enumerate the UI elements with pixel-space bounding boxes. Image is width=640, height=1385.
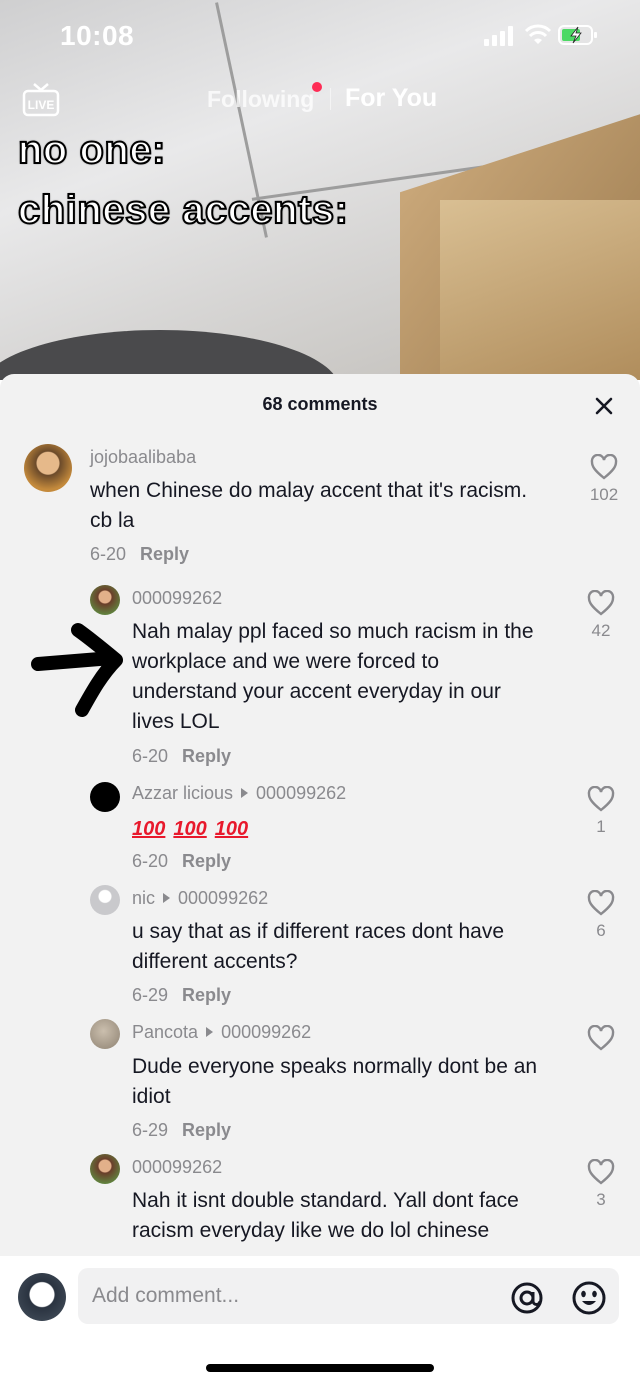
reply-to-username[interactable]: 000099262 xyxy=(178,888,268,908)
comment-text-line: idiot xyxy=(132,1085,171,1108)
comment-meta: 6-20 Reply xyxy=(132,746,231,767)
reply-to-username[interactable]: 000099262 xyxy=(256,783,346,803)
battery-charging-icon xyxy=(558,25,597,45)
avatar[interactable] xyxy=(24,444,72,492)
avatar[interactable] xyxy=(90,585,120,615)
tab-for-you[interactable]: For You xyxy=(345,84,437,113)
home-indicator xyxy=(206,1364,434,1372)
comment-meta: 6-29 Reply xyxy=(132,985,231,1006)
drawn-arrow-icon xyxy=(31,623,123,717)
heart-icon[interactable] xyxy=(587,1025,615,1051)
video-caption-line2: chinese accents: xyxy=(17,187,349,233)
reply-button[interactable]: Reply xyxy=(182,851,231,871)
comment-input-bar: Add comment... xyxy=(0,1256,640,1385)
like-count: 1 xyxy=(596,817,606,836)
comment-date: 6-20 xyxy=(90,544,127,564)
comment-text-line: different accents? xyxy=(132,950,298,973)
comments-count-title: 68 comments xyxy=(262,394,378,414)
comment-text-line: cb la xyxy=(90,509,135,532)
comment-date: 6-20 xyxy=(132,746,169,766)
comment-text-line: u say that as if different races dont ha… xyxy=(132,920,505,943)
comment-meta: 6-20 Reply xyxy=(132,851,231,872)
status-bar: 10:08 xyxy=(0,0,640,70)
mention-at-icon[interactable] xyxy=(510,1281,544,1315)
my-avatar[interactable] xyxy=(18,1273,66,1321)
reply-to-arrow-icon xyxy=(163,893,171,903)
notification-dot xyxy=(312,82,322,92)
comment-date: 6-29 xyxy=(132,985,169,1005)
reply-button[interactable]: Reply xyxy=(140,544,189,564)
comment-date: 6-20 xyxy=(132,851,169,871)
comment-username[interactable]: Azzar licious xyxy=(132,783,233,803)
video-caption-line1: no one: xyxy=(17,127,166,173)
comment-username-line: Pancota 000099262 xyxy=(132,1022,311,1043)
comment-text-line: racism everyday like we do lol chinese xyxy=(132,1219,490,1242)
comment-username[interactable]: Pancota xyxy=(132,1022,198,1042)
comment-username-line: Azzar licious 000099262 xyxy=(132,783,346,804)
wifi-icon xyxy=(524,24,552,44)
heart-icon[interactable] xyxy=(590,454,618,480)
comment-text-line: Nah it isnt double standard. Yall dont f… xyxy=(132,1189,519,1212)
heart-icon[interactable] xyxy=(587,890,615,916)
comment-meta: 6-20 Reply xyxy=(90,544,189,565)
signal-icon xyxy=(484,26,513,46)
like-count: 3 xyxy=(596,1190,606,1209)
hundred-emoji-icon: 100 xyxy=(173,818,207,840)
reply-button[interactable]: Reply xyxy=(182,746,231,766)
avatar[interactable] xyxy=(90,1019,120,1049)
comment-text-line: workplace and we were forced to xyxy=(132,650,439,673)
comment-text-line: Nah malay ppl faced so much racism in th… xyxy=(132,620,534,643)
comment-username[interactable]: 000099262 xyxy=(132,588,222,609)
comment-emoji-line: 100 100 100 xyxy=(132,814,256,844)
comment-meta: 6-29 Reply xyxy=(132,1120,231,1141)
like-count: 6 xyxy=(596,921,606,940)
like-count: 42 xyxy=(591,621,611,640)
avatar[interactable] xyxy=(90,885,120,915)
tab-following[interactable]: Following xyxy=(207,86,314,113)
status-time: 10:08 xyxy=(60,20,135,51)
heart-icon[interactable] xyxy=(587,590,615,616)
live-label: LIVE xyxy=(28,98,55,112)
avatar[interactable] xyxy=(90,1154,120,1184)
hundred-emoji-icon: 100 xyxy=(214,818,249,840)
heart-icon[interactable] xyxy=(587,1159,615,1185)
comment-text-line: Dude everyone speaks normally dont be an xyxy=(132,1055,538,1078)
add-comment-placeholder: Add comment... xyxy=(92,1284,240,1307)
comment-text-line: lives LOL xyxy=(132,710,220,733)
close-icon[interactable] xyxy=(590,392,618,420)
comment-username[interactable]: nic xyxy=(132,888,155,908)
cardboard-box xyxy=(440,200,640,380)
live-icon[interactable]: LIVE xyxy=(20,82,62,118)
reply-button[interactable]: Reply xyxy=(182,1120,231,1140)
comment-username-line: nic 000099262 xyxy=(132,888,268,909)
comments-panel: 68 comments jojobaalibaba when Chinese d… xyxy=(0,374,640,1256)
comment-username[interactable]: jojobaalibaba xyxy=(90,447,196,468)
avatar[interactable] xyxy=(90,782,120,812)
reply-to-username[interactable]: 000099262 xyxy=(221,1022,311,1042)
reply-button[interactable]: Reply xyxy=(182,985,231,1005)
dark-object xyxy=(0,330,340,380)
comment-date: 6-29 xyxy=(132,1120,169,1140)
reply-to-arrow-icon xyxy=(206,1027,214,1037)
hundred-emoji-icon: 100 xyxy=(132,818,166,840)
emoji-icon[interactable] xyxy=(571,1280,607,1316)
reply-to-arrow-icon xyxy=(241,788,249,798)
tab-divider xyxy=(330,88,331,110)
comment-username[interactable]: 000099262 xyxy=(132,1157,222,1178)
comment-text-line: when Chinese do malay accent that it's r… xyxy=(90,479,528,502)
add-comment-input[interactable]: Add comment... xyxy=(78,1268,619,1324)
like-count: 102 xyxy=(589,485,619,504)
comment-text-line: understand your accent everyday in our xyxy=(132,680,501,703)
heart-icon[interactable] xyxy=(587,786,615,812)
